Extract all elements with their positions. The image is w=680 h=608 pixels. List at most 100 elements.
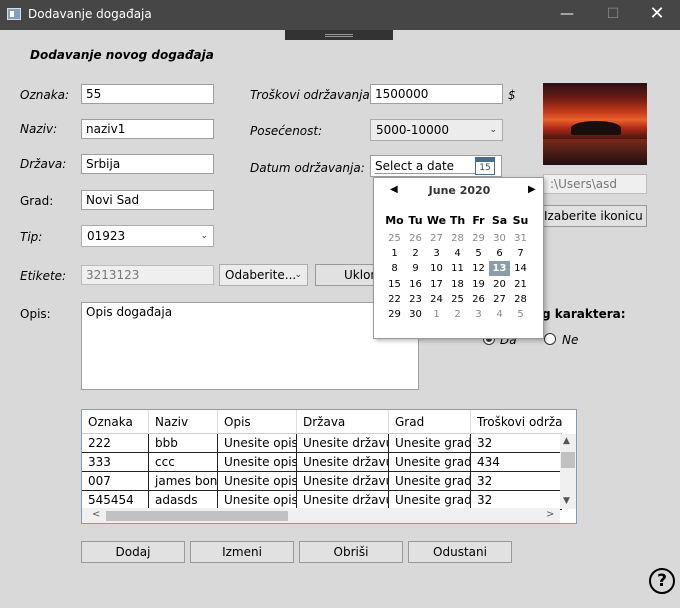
currency-label: $	[508, 88, 516, 102]
scroll-down-icon[interactable]: ▼	[563, 496, 570, 506]
izmeni-button[interactable]: Izmeni	[190, 541, 294, 563]
calendar-day[interactable]: 24	[426, 292, 447, 307]
table-header: Oznaka Naziv Opis Država Grad Troškovi o…	[82, 410, 562, 434]
column-header[interactable]: Naziv	[149, 410, 218, 434]
calendar-day[interactable]: 7	[510, 246, 531, 261]
calendar-day[interactable]: 6	[489, 246, 510, 261]
calendar-day[interactable]: 26	[468, 292, 489, 307]
scroll-up-icon[interactable]: ▲	[563, 436, 570, 446]
scroll-right-icon[interactable]: >	[546, 509, 554, 520]
events-table[interactable]: Oznaka Naziv Opis Država Grad Troškovi o…	[81, 409, 577, 524]
column-header[interactable]: Država	[297, 410, 389, 434]
table-cell: Unesite državu...	[297, 491, 389, 509]
calendar-icon[interactable]: 15	[475, 157, 495, 175]
dodaj-button[interactable]: Dodaj	[81, 541, 185, 563]
calendar-day[interactable]: 1	[384, 246, 405, 261]
etikete-select[interactable]: Odaberite... ⌄	[219, 264, 308, 286]
calendar-day[interactable]: 10	[426, 261, 447, 276]
close-button[interactable]: ✕	[634, 0, 680, 30]
calendar-day[interactable]: 3	[426, 246, 447, 261]
table-row[interactable]: 007 james bond Unesite opis... Unesite d…	[82, 472, 562, 491]
calendar-day[interactable]: 19	[468, 277, 489, 292]
next-month-icon[interactable]: ▶	[528, 184, 536, 195]
column-header[interactable]: Oznaka	[82, 410, 149, 434]
calendar-day[interactable]: 15	[384, 277, 405, 292]
minimize-button[interactable]: —	[544, 0, 590, 30]
date-picker-popup[interactable]: ◀ June 2020 ▶ Mo Tu We Th Fr Sa Su 25 26 27 28 29 30…	[373, 177, 544, 339]
calendar-day[interactable]: 27	[489, 292, 510, 307]
calendar-day[interactable]: 11	[447, 261, 468, 276]
obrisi-button[interactable]: Obriši	[299, 541, 403, 563]
column-header[interactable]: Grad	[389, 410, 471, 434]
column-header[interactable]: Opis	[218, 410, 297, 434]
calendar-day[interactable]: 28	[510, 292, 531, 307]
table-cell: 434	[471, 453, 562, 471]
vertical-scrollbar[interactable]: ▲ ▼	[560, 434, 576, 509]
calendar-day[interactable]: 2	[447, 307, 468, 322]
calendar-day[interactable]: 26	[405, 231, 426, 246]
izaberite-ikonicu-button[interactable]: Izaberite ikonicu	[543, 205, 647, 227]
horizontal-scrollbar[interactable]: < >	[82, 508, 560, 523]
calendar-day[interactable]: 14	[510, 261, 531, 276]
scrollbar-thumb[interactable]	[561, 452, 575, 468]
calendar-month-title[interactable]: June 2020	[374, 184, 545, 200]
calendar-day[interactable]: 22	[384, 292, 405, 307]
ukloni-button[interactable]: Uklon	[315, 264, 377, 286]
calendar-day[interactable]: 2	[405, 246, 426, 261]
calendar-day[interactable]: 8	[384, 261, 405, 276]
calendar-day[interactable]: 29	[468, 231, 489, 246]
etikete-input: 3213123	[81, 265, 214, 285]
calendar-day[interactable]: 5	[468, 246, 489, 261]
calendar-day[interactable]: 27	[426, 231, 447, 246]
calendar-day[interactable]: 4	[489, 307, 510, 322]
table-cell: 32	[471, 491, 562, 509]
drag-grip[interactable]	[285, 30, 393, 40]
calendar-day[interactable]: 21	[510, 277, 531, 292]
calendar-day[interactable]: 20	[489, 277, 510, 292]
calendar-day[interactable]: 5	[510, 307, 531, 322]
calendar-day[interactable]: 1	[426, 307, 447, 322]
calendar-day[interactable]: 30	[405, 307, 426, 322]
column-header[interactable]: Troškovi održa	[471, 410, 562, 434]
radio-ne[interactable]	[544, 333, 556, 345]
naziv-input[interactable]: naziv1	[81, 119, 214, 139]
weekday-header: We	[426, 214, 447, 227]
oznaka-input[interactable]: 55	[81, 84, 214, 104]
calendar-day[interactable]: 25	[447, 292, 468, 307]
tip-label: Tip:	[20, 230, 43, 244]
weekday-header: Tu	[408, 214, 423, 227]
calendar-day[interactable]: 28	[447, 231, 468, 246]
calendar-day[interactable]: 31	[510, 231, 531, 246]
table-row[interactable]: 333 ccc Unesite opis... Unesite državu..…	[82, 453, 562, 472]
calendar-day[interactable]: 29	[384, 307, 405, 322]
posecenost-select[interactable]: 5000-10000 ⌄	[370, 119, 503, 141]
calendar-day[interactable]: 3	[468, 307, 489, 322]
calendar-day[interactable]: 9	[405, 261, 426, 276]
table-cell: adasds	[149, 491, 218, 509]
calendar-day[interactable]: 16	[405, 277, 426, 292]
calendar-day[interactable]: 17	[426, 277, 447, 292]
table-row[interactable]: 222 bbb Unesite opis... Unesite državu..…	[82, 434, 562, 453]
drzava-label: Država:	[20, 157, 67, 171]
calendar-day[interactable]: 25	[384, 231, 405, 246]
scroll-left-icon[interactable]: <	[92, 509, 100, 520]
calendar-day[interactable]: 18	[447, 277, 468, 292]
calendar-day[interactable]: 23	[405, 292, 426, 307]
troskovi-input[interactable]: 1500000	[370, 84, 503, 104]
help-icon[interactable]: ?	[649, 568, 675, 594]
table-cell: Unesite grad...	[389, 491, 471, 509]
image-lake	[543, 139, 647, 165]
app-icon	[7, 8, 21, 20]
scrollbar-thumb[interactable]	[106, 511, 288, 521]
calendar-day[interactable]: 30	[489, 231, 510, 246]
tip-select[interactable]: 01923 ⌄	[81, 225, 214, 247]
calendar-day[interactable]: 12	[468, 261, 489, 276]
calendar-day[interactable]: 4	[447, 246, 468, 261]
drzava-input[interactable]: Srbija	[81, 154, 214, 174]
opis-label: Opis:	[20, 307, 51, 321]
opis-textarea[interactable]: Opis događaja	[81, 302, 419, 390]
datum-input[interactable]: Select a date	[375, 159, 475, 174]
odustani-button[interactable]: Odustani	[408, 541, 512, 563]
calendar-day[interactable]: 13	[489, 261, 510, 277]
grad-input[interactable]: Novi Sad	[81, 190, 214, 210]
